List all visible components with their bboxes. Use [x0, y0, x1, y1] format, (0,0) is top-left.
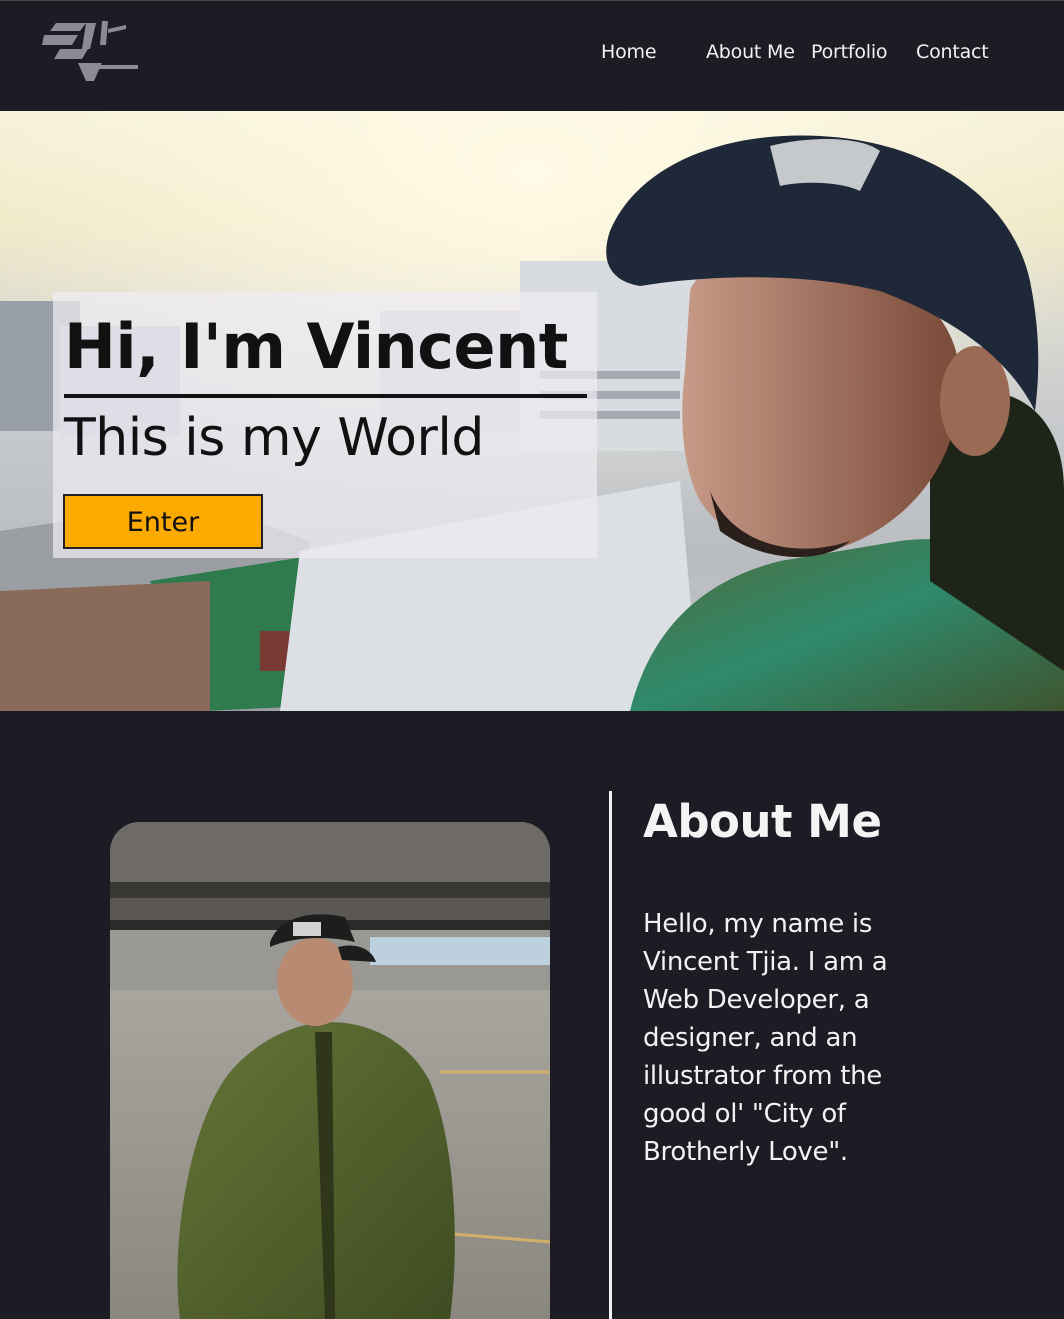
logo-icon[interactable] [42, 19, 140, 85]
hero-divider [64, 394, 587, 398]
hero-title: Hi, I'm Vincent [64, 310, 568, 383]
about-heading: About Me [643, 795, 882, 848]
nav-home[interactable]: Home [601, 41, 657, 63]
hero-subtitle: This is my World [64, 408, 484, 468]
about-body: Hello, my name is Vincent Tjia. I am a W… [643, 909, 888, 1167]
top-navbar: Home About Me Portfolio Contact [0, 0, 1064, 111]
about-divider [609, 791, 612, 1319]
hero-section: Hi, I'm Vincent This is my World Enter [0, 111, 1064, 711]
nav-portfolio[interactable]: Portfolio [811, 41, 888, 63]
enter-button[interactable]: Enter [63, 494, 263, 549]
nav-contact[interactable]: Contact [916, 41, 989, 63]
nav-about-me[interactable]: About Me [706, 41, 795, 63]
about-photo [110, 822, 550, 1319]
